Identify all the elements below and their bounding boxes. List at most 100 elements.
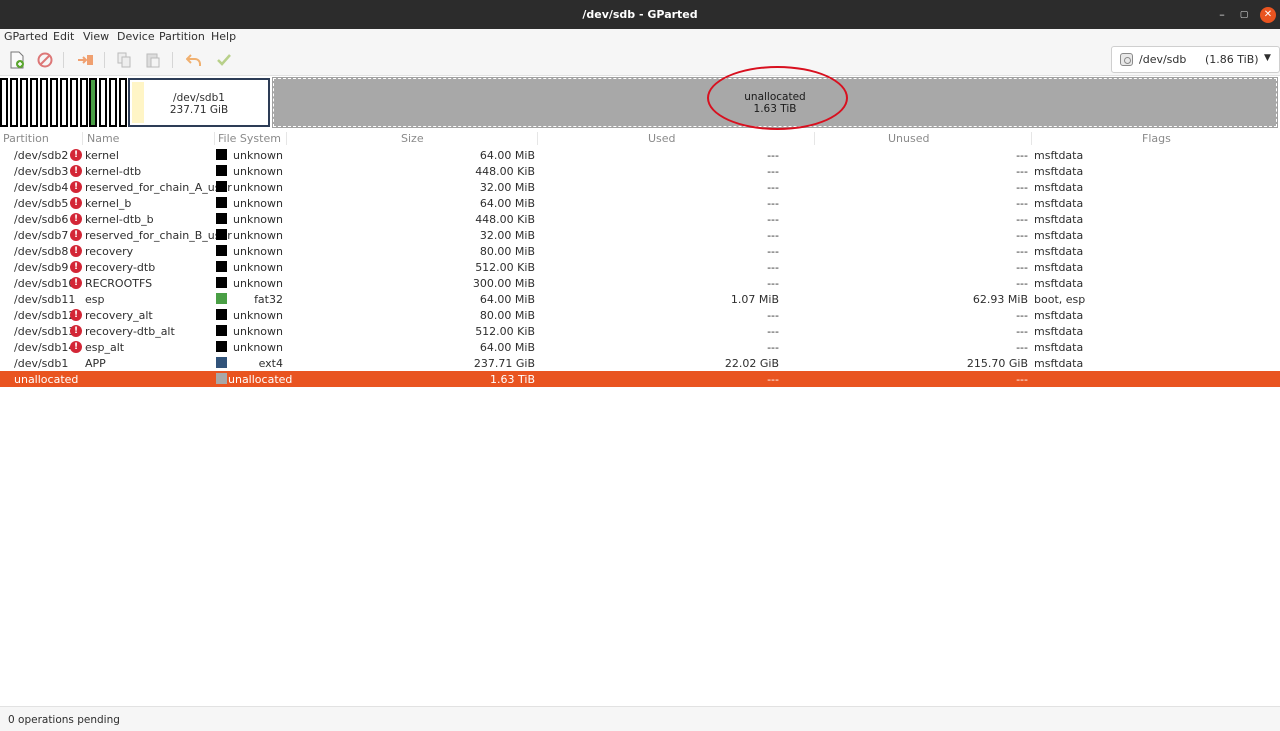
- table-row[interactable]: /dev/sdb1 APP ext4 237.71 GiB 22.02 GiB 215.7…: [0, 355, 1280, 371]
- toolbar-separator: [63, 52, 64, 68]
- table-row[interactable]: /dev/sdb10! RECROOTFS unknown 300.00 MiB ---…: [0, 275, 1280, 291]
- column-flags[interactable]: Flags: [1142, 132, 1171, 145]
- table-row[interactable]: /dev/sdb8! recovery unknown 80.00 MiB --- ---…: [0, 243, 1280, 259]
- table-row[interactable]: /dev/sdb14! esp_alt unknown 64.00 MiB --- ---…: [0, 339, 1280, 355]
- partition-flags: msftdata: [1034, 181, 1084, 194]
- filesystem-type: unallocated: [228, 373, 293, 386]
- annotation-circle: [707, 66, 848, 130]
- column-size[interactable]: Size: [401, 132, 424, 145]
- partition-flags: msftdata: [1034, 277, 1084, 290]
- table-row[interactable]: /dev/sdb9! recovery-dtb unknown 512.00 KiB -…: [0, 259, 1280, 275]
- menu-help[interactable]: Help: [211, 30, 236, 43]
- diskmap-partition-sdb6[interactable]: [40, 78, 48, 127]
- disk-map: /dev/sdb1 237.71 GiB unallocated 1.63 Ti…: [0, 77, 1280, 129]
- filesystem-color-swatch: [216, 293, 227, 304]
- column-file-system[interactable]: File System: [218, 132, 281, 145]
- diskmap-partition-sdb10[interactable]: [80, 78, 88, 127]
- diskmap-partition-sdb11[interactable]: [89, 78, 97, 127]
- diskmap-partition-sdb12[interactable]: [99, 78, 107, 127]
- partition-size: 80.00 MiB: [479, 309, 535, 322]
- filesystem-color-swatch: [216, 149, 227, 160]
- diskmap-partition-sdb1[interactable]: /dev/sdb1 237.71 GiB: [128, 78, 270, 127]
- warning-icon: !: [70, 181, 82, 193]
- partition-path: /dev/sdb9: [14, 261, 69, 274]
- table-row[interactable]: unallocated unallocated 1.63 TiB --- ---: [0, 371, 1280, 387]
- minimize-button[interactable]: –: [1214, 7, 1230, 23]
- partition-path: /dev/sdb13: [14, 325, 76, 338]
- delete-icon[interactable]: [34, 50, 56, 70]
- undo-icon[interactable]: [183, 50, 205, 70]
- apply-icon[interactable]: [213, 50, 235, 70]
- table-row[interactable]: /dev/sdb13! recovery-dtb_alt unknown 512.00…: [0, 323, 1280, 339]
- partition-name: recovery-dtb: [85, 261, 156, 274]
- column-separator: [286, 132, 287, 145]
- table-row[interactable]: /dev/sdb7! reserved_for_chain_B_user unkno…: [0, 227, 1280, 243]
- diskmap-partition-sdb4[interactable]: [20, 78, 28, 127]
- partition-unused: ---: [1016, 245, 1028, 258]
- filesystem-type: unknown: [233, 165, 283, 178]
- diskmap-partition-sdb9[interactable]: [70, 78, 78, 127]
- column-unused[interactable]: Unused: [888, 132, 929, 145]
- maximize-button[interactable]: ▢: [1236, 7, 1252, 23]
- diskmap-partition-sdb8[interactable]: [60, 78, 68, 127]
- toolbar-separator: [104, 52, 105, 68]
- table-row[interactable]: /dev/sdb6! kernel-dtb_b unknown 448.00 KiB -…: [0, 211, 1280, 227]
- menu-partition[interactable]: Partition: [159, 30, 205, 43]
- table-row[interactable]: /dev/sdb5! kernel_b unknown 64.00 MiB --- ---…: [0, 195, 1280, 211]
- partition-name: kernel-dtb: [85, 165, 142, 178]
- partition-path: unallocated: [14, 373, 79, 386]
- warning-icon: !: [70, 149, 82, 161]
- diskmap-partition-sdb7[interactable]: [50, 78, 58, 127]
- partition-used: ---: [767, 229, 779, 242]
- column-name[interactable]: Name: [87, 132, 119, 145]
- partition-size: 64.00 MiB: [479, 293, 535, 306]
- table-row[interactable]: /dev/sdb2! kernel unknown 64.00 MiB --- --- ms…: [0, 147, 1280, 163]
- table-row[interactable]: /dev/sdb4! reserved_for_chain_A_user unkno…: [0, 179, 1280, 195]
- title-bar: /dev/sdb - GParted – ▢ ✕: [0, 0, 1280, 29]
- menu-device[interactable]: Device: [117, 30, 155, 43]
- warning-icon: !: [70, 341, 82, 353]
- partition-path: /dev/sdb14: [14, 341, 76, 354]
- warning-icon: !: [70, 325, 82, 337]
- filesystem-type: ext4: [258, 357, 283, 370]
- filesystem-color-swatch: [216, 245, 227, 256]
- table-row[interactable]: /dev/sdb11 esp fat32 64.00 MiB 1.07 MiB 62.93…: [0, 291, 1280, 307]
- filesystem-type: unknown: [233, 149, 283, 162]
- partition-name: reserved_for_chain_A_user: [85, 181, 232, 194]
- diskmap-partition-sdb5[interactable]: [30, 78, 38, 127]
- partition-used: ---: [767, 277, 779, 290]
- column-partition[interactable]: Partition: [3, 132, 49, 145]
- diskmap-partition-sdb14[interactable]: [119, 78, 127, 127]
- partition-used: ---: [767, 373, 779, 386]
- menu-view[interactable]: View: [83, 30, 109, 43]
- diskmap-partition-sdb2[interactable]: [0, 78, 8, 127]
- partition-used: 22.02 GiB: [724, 357, 779, 370]
- warning-icon: !: [70, 309, 82, 321]
- paste-icon[interactable]: [142, 50, 164, 70]
- menu-edit[interactable]: Edit: [53, 30, 74, 43]
- partition-path: /dev/sdb4: [14, 181, 69, 194]
- partition-size: 64.00 MiB: [479, 341, 535, 354]
- menu-gparted[interactable]: GParted: [4, 30, 48, 43]
- partition-flags: msftdata: [1034, 261, 1084, 274]
- table-row[interactable]: /dev/sdb12! recovery_alt unknown 80.00 MiB -…: [0, 307, 1280, 323]
- partition-name: kernel: [85, 149, 119, 162]
- diskmap-partition-sdb13[interactable]: [109, 78, 117, 127]
- filesystem-color-swatch: [216, 373, 227, 384]
- device-selector[interactable]: /dev/sdb (1.86 TiB) ▼: [1111, 46, 1280, 73]
- warning-icon: !: [70, 213, 82, 225]
- copy-icon[interactable]: [113, 50, 135, 70]
- new-partition-icon[interactable]: [6, 50, 28, 70]
- diskmap-partition-sdb3[interactable]: [10, 78, 18, 127]
- partition-flags: msftdata: [1034, 149, 1084, 162]
- partition-flags: msftdata: [1034, 213, 1084, 226]
- partition-name: esp: [85, 293, 105, 306]
- partition-used: ---: [767, 149, 779, 162]
- column-separator: [82, 132, 83, 145]
- partition-name: recovery-dtb_alt: [85, 325, 175, 338]
- partition-unused: ---: [1016, 149, 1028, 162]
- resize-move-icon[interactable]: [75, 50, 97, 70]
- table-row[interactable]: /dev/sdb3! kernel-dtb unknown 448.00 KiB ---…: [0, 163, 1280, 179]
- column-used[interactable]: Used: [648, 132, 676, 145]
- close-button[interactable]: ✕: [1260, 7, 1276, 23]
